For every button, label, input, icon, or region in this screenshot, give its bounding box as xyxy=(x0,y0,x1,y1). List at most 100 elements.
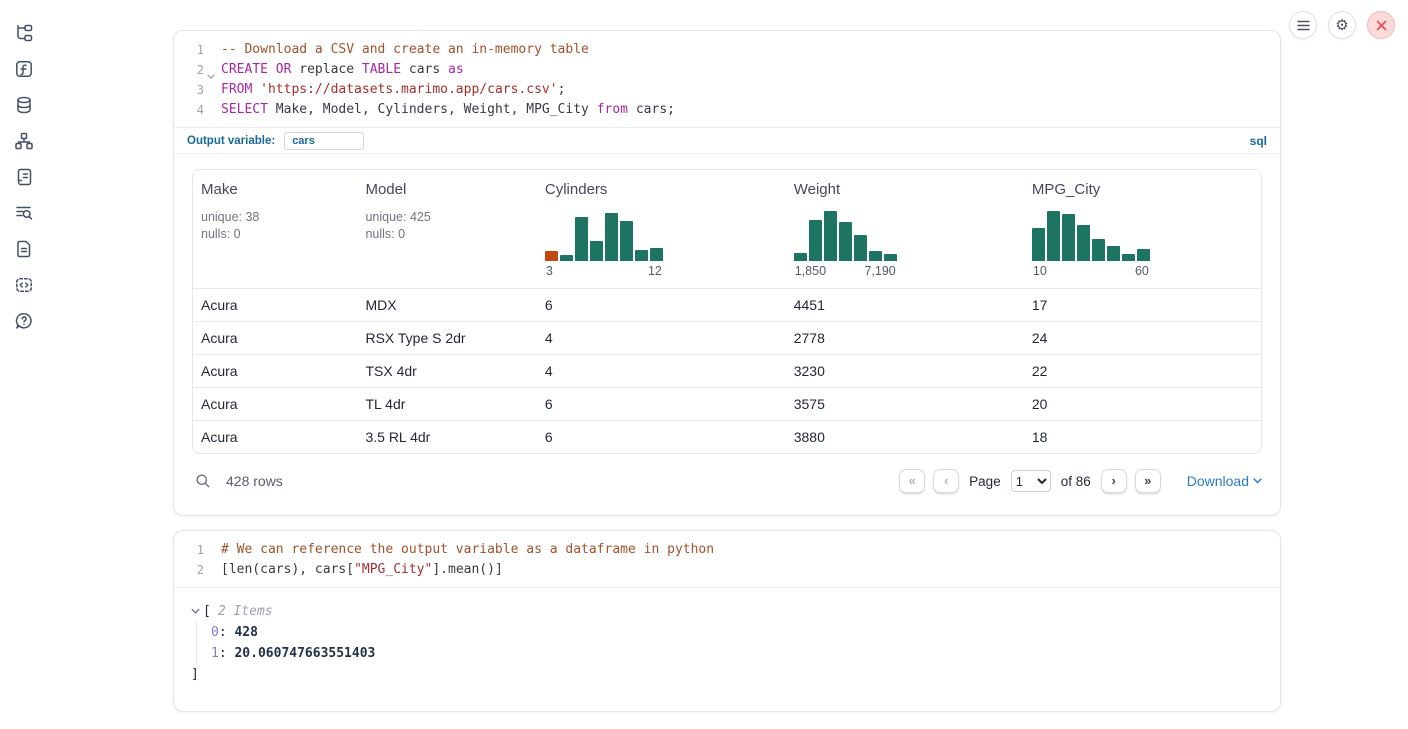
page-select[interactable]: 1 xyxy=(1011,470,1051,492)
first-page-button[interactable]: « xyxy=(899,469,925,493)
column-header-weight[interactable]: Weight 1,8507,190 xyxy=(786,170,1024,288)
code-line[interactable]: 4SELECT Make, Model, Cylinders, Weight, … xyxy=(174,100,1280,120)
code-line[interactable]: 2[len(cars), cars["MPG_City"].mean()] xyxy=(174,560,1280,580)
histogram-bar[interactable] xyxy=(884,254,897,261)
tree-entry: 1: 20.060747663551403 xyxy=(211,643,1280,664)
histogram-bar[interactable] xyxy=(854,235,867,261)
histogram-bar[interactable] xyxy=(560,255,573,261)
histogram-bar[interactable] xyxy=(1032,228,1045,261)
histogram-bar[interactable] xyxy=(650,248,663,261)
tree-close-bracket: ] xyxy=(191,664,1280,685)
histogram-bar[interactable] xyxy=(1107,246,1120,261)
histogram-bar[interactable] xyxy=(635,250,648,261)
prev-page-button[interactable]: ‹ xyxy=(933,469,959,493)
output-tree: [ 2 Items 0: 4281: 20.060747663551403 ] xyxy=(174,588,1280,685)
topbar-controls: ⚙ xyxy=(1289,11,1395,39)
line-number: 4 xyxy=(174,100,204,120)
table-row[interactable]: Acura3.5 RL 4dr6388018 xyxy=(193,420,1261,453)
histogram-bar[interactable] xyxy=(545,251,558,261)
file-tree-icon[interactable] xyxy=(13,22,35,44)
list-search-icon[interactable] xyxy=(13,202,35,224)
histogram-bar[interactable] xyxy=(1092,239,1105,261)
download-button[interactable]: Download xyxy=(1187,473,1262,489)
download-label: Download xyxy=(1187,473,1249,489)
table-cell: RSX Type S 2dr xyxy=(357,330,536,346)
column-title: Model xyxy=(365,181,528,198)
code-content: CREATE OR replace TABLE cars as xyxy=(204,60,464,80)
sql-code-editor[interactable]: 1-- Download a CSV and create an in-memo… xyxy=(174,31,1280,127)
table-cell: TL 4dr xyxy=(357,396,536,412)
code-line[interactable]: 1-- Download a CSV and create an in-memo… xyxy=(174,40,1280,60)
last-page-button[interactable]: » xyxy=(1135,469,1161,493)
dependency-graph-icon[interactable] xyxy=(13,130,35,152)
histogram-bar[interactable] xyxy=(590,241,603,261)
table-cell: Acura xyxy=(193,330,357,346)
shutdown-button[interactable] xyxy=(1367,11,1395,39)
python-code-editor[interactable]: 1# We can reference the output variable … xyxy=(174,531,1280,587)
histogram-bar[interactable] xyxy=(869,251,882,261)
code-content: # We can reference the output variable a… xyxy=(204,540,714,560)
fold-toggle-icon[interactable] xyxy=(207,66,215,86)
column-header-cylinders[interactable]: Cylinders312 xyxy=(537,170,786,288)
histogram-bar[interactable] xyxy=(1137,249,1150,261)
column-header-make[interactable]: Makeunique: 38nulls: 0 xyxy=(193,170,357,288)
close-icon xyxy=(1376,20,1387,31)
gear-icon: ⚙ xyxy=(1335,16,1348,34)
document-icon[interactable] xyxy=(13,238,35,260)
column-header-model[interactable]: Modelunique: 425nulls: 0 xyxy=(357,170,536,288)
settings-button[interactable]: ⚙ xyxy=(1328,11,1356,39)
code-line[interactable]: 1# We can reference the output variable … xyxy=(174,540,1280,560)
table-cell: 24 xyxy=(1024,330,1261,346)
menu-button[interactable] xyxy=(1289,11,1317,39)
search-icon[interactable] xyxy=(195,473,211,489)
histogram-bar[interactable] xyxy=(575,217,588,261)
histogram-bar[interactable] xyxy=(1077,225,1090,261)
histogram-bar[interactable] xyxy=(620,221,633,261)
line-number: 1 xyxy=(174,40,204,60)
histogram-bar[interactable] xyxy=(1122,254,1135,261)
next-page-button[interactable]: › xyxy=(1101,469,1127,493)
histogram-bar[interactable] xyxy=(839,222,852,261)
table-cell: Acura xyxy=(193,297,357,313)
table-cell: 3230 xyxy=(786,363,1024,379)
table-cell: 6 xyxy=(537,429,786,445)
column-title: Weight xyxy=(794,181,1016,198)
tree-items-count: 2 Items xyxy=(218,601,273,622)
histogram-bar[interactable] xyxy=(809,220,822,261)
table-row[interactable]: AcuraRSX Type S 2dr4277824 xyxy=(193,321,1261,354)
table-row[interactable]: AcuraMDX6445117 xyxy=(193,288,1261,321)
histogram-bar[interactable] xyxy=(1047,211,1060,261)
snippets-icon[interactable] xyxy=(13,274,35,296)
database-icon[interactable] xyxy=(13,94,35,116)
column-histogram: 1,8507,190 xyxy=(794,209,897,278)
code-content: FROM 'https://datasets.marimo.app/cars.c… xyxy=(204,80,565,100)
table-cell: 3880 xyxy=(786,429,1024,445)
table-cell: 3.5 RL 4dr xyxy=(357,429,536,445)
table-row[interactable]: AcuraTL 4dr6357520 xyxy=(193,387,1261,420)
help-icon[interactable] xyxy=(13,310,35,332)
histogram-bar[interactable] xyxy=(1062,214,1075,261)
column-title: Cylinders xyxy=(545,181,778,198)
code-content: [len(cars), cars["MPG_City"].mean()] xyxy=(204,560,503,580)
tree-collapse-icon[interactable] xyxy=(191,608,200,615)
histogram-bar[interactable] xyxy=(605,213,618,261)
histogram-bar[interactable] xyxy=(824,211,837,261)
table-cell: 6 xyxy=(537,297,786,313)
line-number: 3 xyxy=(174,80,204,100)
code-line[interactable]: 2CREATE OR replace TABLE cars as xyxy=(174,60,1280,80)
table-cell: Acura xyxy=(193,429,357,445)
data-table: Makeunique: 38nulls: 0Modelunique: 425nu… xyxy=(192,169,1262,454)
column-header-mpg_city[interactable]: MPG_City1060 xyxy=(1024,170,1261,288)
histogram-bar[interactable] xyxy=(794,253,807,261)
scroll-icon[interactable] xyxy=(13,166,35,188)
output-variable-input[interactable] xyxy=(284,132,364,150)
python-cell: 1# We can reference the output variable … xyxy=(173,530,1281,712)
line-number: 2 xyxy=(174,560,204,580)
table-row[interactable]: AcuraTSX 4dr4323022 xyxy=(193,354,1261,387)
chevron-down-icon xyxy=(1253,478,1262,484)
table-header-row: Makeunique: 38nulls: 0Modelunique: 425nu… xyxy=(193,170,1261,288)
code-line[interactable]: 3FROM 'https://datasets.marimo.app/cars.… xyxy=(174,80,1280,100)
function-icon[interactable] xyxy=(13,58,35,80)
table-cell: 17 xyxy=(1024,297,1261,313)
table-body: AcuraMDX6445117AcuraRSX Type S 2dr427782… xyxy=(193,288,1261,453)
